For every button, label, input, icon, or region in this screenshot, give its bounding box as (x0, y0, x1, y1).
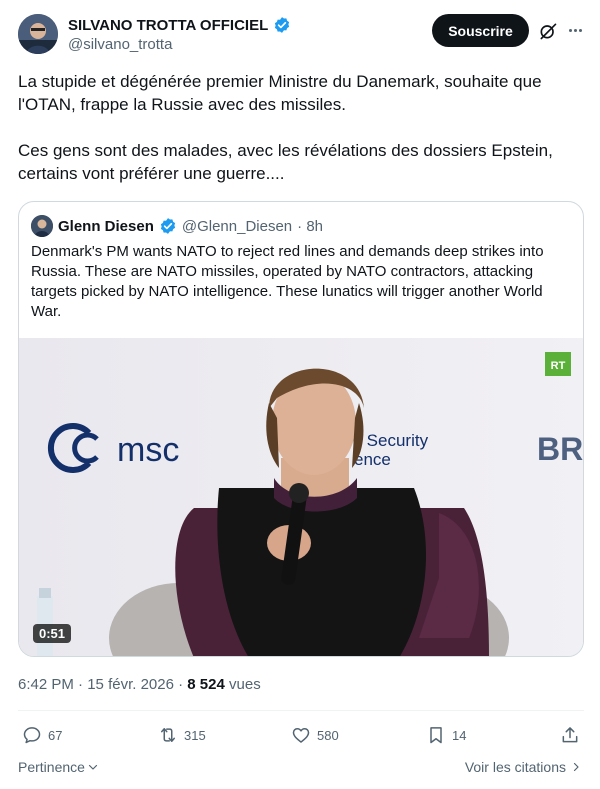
tweet-paragraph-2: Ces gens sont des malades, avec les révé… (18, 141, 553, 183)
subscribe-button[interactable]: Souscrire (432, 14, 529, 47)
meta-separator: · (78, 676, 88, 693)
view-quotes-label: Voir les citations (464, 759, 566, 775)
bookmark-button[interactable]: 14 (426, 725, 466, 745)
video-rt-badge: RT (551, 360, 566, 372)
tweet-time[interactable]: 6:42 PM (18, 676, 74, 693)
tweet-meta: 6:42 PM · 15 févr. 2026 · 8 524 vues (18, 676, 261, 693)
quoted-avatar-image (31, 215, 53, 237)
reply-icon (23, 727, 41, 744)
views-count: 8 524 (187, 676, 225, 693)
quoted-author-avatar[interactable] (31, 215, 53, 237)
view-quotes-link[interactable]: Voir les citations (465, 759, 582, 775)
repost-count: 315 (184, 727, 206, 743)
quoted-tweet-time: · 8h (297, 217, 324, 235)
chevron-down-icon (88, 764, 98, 770)
quoted-author-handle: @Glenn_Diesen (181, 217, 293, 235)
video-player[interactable]: msc ch Security ence BR RT 0:51 (19, 338, 583, 656)
author-info[interactable]: SILVANO TROTTA OFFICIEL @silvano_trotta (68, 16, 291, 53)
reply-button[interactable]: 67 (22, 725, 62, 745)
quoted-tweet-header: Glenn Diesen @Glenn_Diesen · 8h (31, 215, 323, 237)
tweet-text: La stupide et dégénérée premier Ministre… (18, 70, 578, 208)
quoted-tweet-text: Denmark's PM wants NATO to reject red li… (31, 243, 544, 320)
author-avatar-image (18, 14, 58, 54)
repost-button[interactable]: 315 (158, 725, 206, 745)
tweet-paragraph-1: La stupide et dégénérée premier Ministre… (18, 72, 542, 114)
share-icon (562, 727, 578, 743)
bookmark-icon (430, 727, 442, 744)
divider (18, 710, 584, 711)
chevron-right-icon (573, 762, 579, 772)
reply-count: 67 (48, 727, 63, 743)
author-avatar[interactable] (18, 14, 58, 54)
author-handle[interactable]: @silvano_trotta (68, 36, 291, 53)
quoted-author-name[interactable]: Glenn Diesen (58, 218, 154, 235)
video-duration: 0:51 (33, 624, 72, 643)
like-count: 580 (317, 727, 339, 743)
video-thumbnail: msc ch Security ence BR RT (19, 338, 583, 656)
grok-icon[interactable] (538, 21, 558, 41)
sort-dropdown[interactable]: Pertinence (18, 759, 99, 775)
more-options-icon[interactable] (564, 20, 586, 40)
video-msc-logo-text: msc (117, 431, 179, 469)
heart-icon (292, 728, 310, 743)
bookmark-count: 14 (452, 727, 467, 743)
verified-badge-icon (275, 17, 290, 33)
video-br-logo: BR (537, 431, 583, 467)
quoted-tweet[interactable]: Glenn Diesen @Glenn_Diesen · 8h Denmark'… (18, 201, 584, 657)
tweet-date[interactable]: 15 févr. 2026 (87, 676, 174, 693)
like-button[interactable]: 580 (291, 725, 339, 745)
meta-separator: · (178, 676, 188, 693)
repost-icon (161, 728, 175, 742)
author-name[interactable]: SILVANO TROTTA OFFICIEL (68, 17, 268, 34)
views-label: vues (229, 676, 261, 693)
share-button[interactable] (560, 725, 580, 745)
sort-label: Pertinence (18, 759, 85, 775)
quoted-verified-badge-icon (160, 218, 175, 234)
